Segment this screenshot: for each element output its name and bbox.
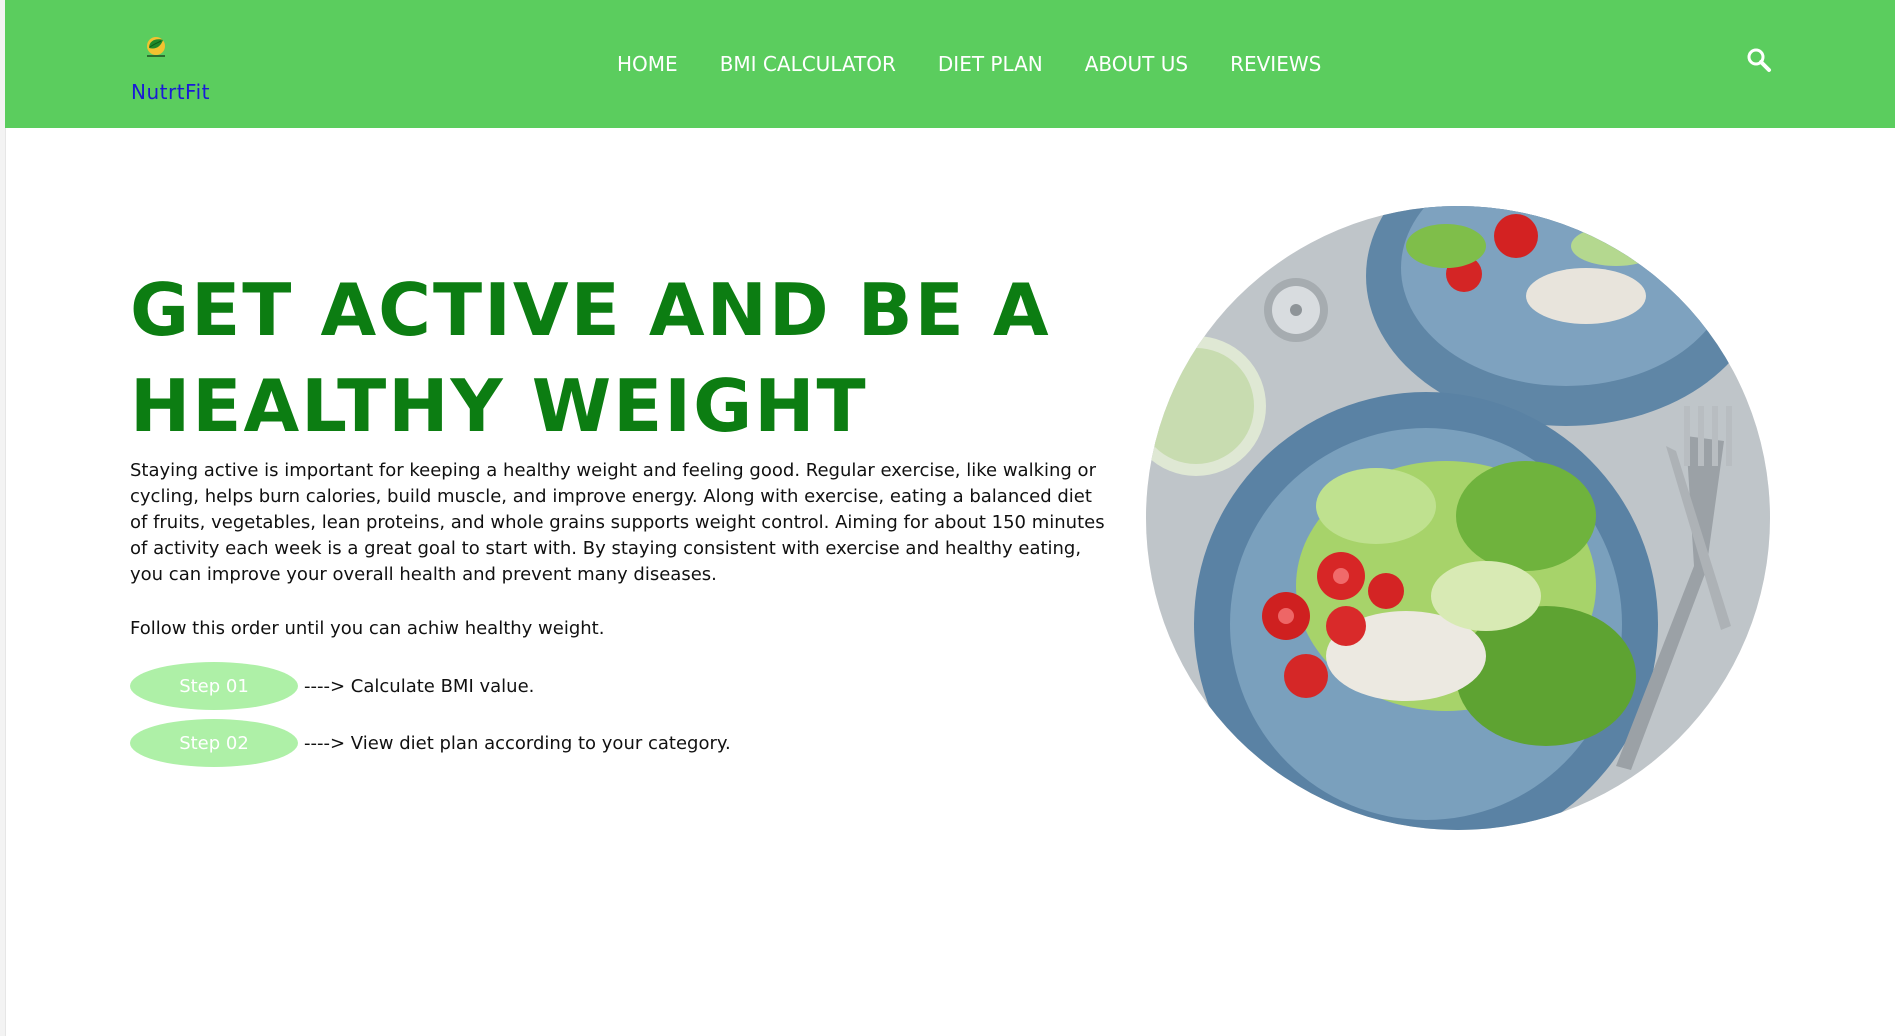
nav-about-us[interactable]: ABOUT US [1085, 52, 1188, 80]
main-nav: HOME BMI CALCULATOR DIET PLAN ABOUT US R… [617, 52, 1321, 80]
nav-reviews[interactable]: REVIEWS [1230, 52, 1321, 80]
hero-title-line-1: GET ACTIVE AND BE A [130, 268, 1051, 352]
salad-plate-image [1146, 206, 1770, 830]
navbar: NutrtFit HOME BMI CALCULATOR DIET PLAN A… [5, 0, 1895, 128]
leaf-logo-icon [141, 32, 171, 62]
follow-text: Follow this order until you can achiw he… [130, 618, 605, 639]
nav-bmi-calculator[interactable]: BMI CALCULATOR [720, 52, 896, 80]
page: NutrtFit HOME BMI CALCULATOR DIET PLAN A… [0, 0, 1895, 1036]
hero-title: GET ACTIVE AND BE A HEALTHY WEIGHT [130, 262, 1110, 454]
hero-description: Staying active is important for keeping … [130, 460, 1105, 585]
brand-logo[interactable]: NutrtFit [131, 30, 221, 110]
window-edge [0, 0, 6, 1036]
brand-name: NutrtFit [131, 80, 210, 104]
search-icon[interactable] [1745, 46, 1773, 74]
step-02-button[interactable]: Step 02 [130, 719, 298, 767]
hero-title-line-2: HEALTHY WEIGHT [130, 364, 868, 448]
step-row-2: Step 02 ----> View diet plan according t… [130, 719, 731, 767]
step-row-1: Step 01 ----> Calculate BMI value. [130, 662, 534, 710]
nav-diet-plan[interactable]: DIET PLAN [938, 52, 1043, 80]
step-01-text: ----> Calculate BMI value. [304, 675, 535, 697]
step-02-text: ----> View diet plan according to your c… [304, 732, 731, 754]
step-01-button[interactable]: Step 01 [130, 662, 298, 710]
nav-home[interactable]: HOME [617, 52, 678, 80]
